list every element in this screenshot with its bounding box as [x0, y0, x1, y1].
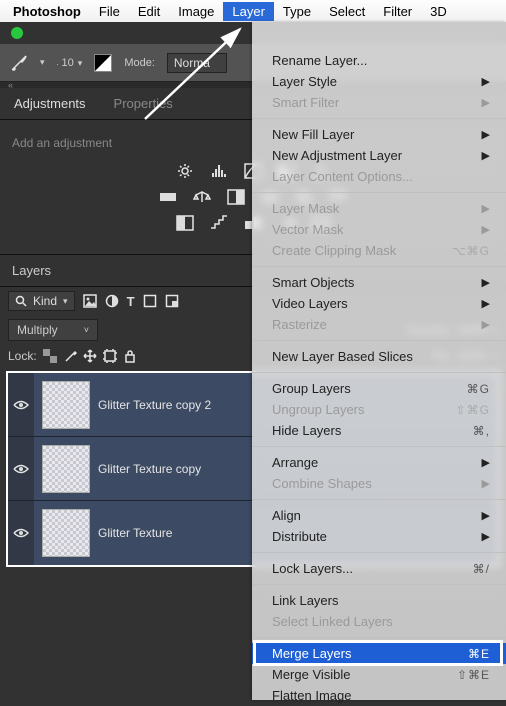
tutorial-highlight	[253, 640, 503, 666]
layer-name[interactable]: Glitter Texture copy	[98, 462, 201, 476]
menu-item: Ungroup Layers⇧⌘G	[252, 399, 506, 420]
lock-all-icon[interactable]	[123, 349, 137, 363]
tab-properties[interactable]: Properties	[100, 88, 187, 119]
visibility-eye-icon[interactable]	[13, 527, 29, 539]
menu-item: Select Linked Layers	[252, 611, 506, 632]
lock-move-icon[interactable]	[83, 349, 97, 363]
menu-item[interactable]: Merge Visible⇧⌘E	[252, 664, 506, 685]
lock-brush-icon[interactable]	[63, 349, 77, 363]
menu-item[interactable]: Smart Objects▶	[252, 272, 506, 293]
menu-item[interactable]: Arrange▶	[252, 452, 506, 473]
menu-file[interactable]: File	[90, 2, 129, 21]
visibility-eye-icon[interactable]	[13, 399, 29, 411]
layer-name[interactable]: Glitter Texture	[98, 526, 172, 540]
menu-3d[interactable]: 3D	[421, 2, 456, 21]
visibility-eye-icon[interactable]	[13, 463, 29, 475]
menu-item[interactable]: Lock Layers...⌘/	[252, 558, 506, 579]
filter-adjustment-icon[interactable]	[105, 294, 119, 308]
brightness-icon[interactable]	[175, 162, 195, 180]
menu-edit[interactable]: Edit	[129, 2, 169, 21]
menu-item[interactable]: Flatten Image	[252, 685, 506, 706]
menu-item[interactable]: New Layer Based Slices	[252, 346, 506, 367]
bw-icon[interactable]	[226, 188, 246, 206]
lock-artboard-icon[interactable]	[103, 349, 117, 363]
menu-item[interactable]: Rename Layer...	[252, 50, 506, 71]
close-window-dot[interactable]	[11, 27, 23, 39]
layer-name[interactable]: Glitter Texture copy 2	[98, 398, 211, 412]
menu-item: Vector Mask▶	[252, 219, 506, 240]
menu-image[interactable]: Image	[169, 2, 223, 21]
menu-item: Layer Content Options...	[252, 166, 506, 187]
lock-label: Lock:	[8, 349, 37, 363]
color-balance-icon[interactable]	[192, 188, 212, 206]
hue-icon[interactable]	[158, 188, 178, 206]
filter-smart-icon[interactable]	[165, 294, 179, 308]
os-menubar: Photoshop File Edit Image Layer Type Sel…	[0, 0, 506, 22]
menu-select[interactable]: Select	[320, 2, 374, 21]
menu-type[interactable]: Type	[274, 2, 320, 21]
posterize-icon[interactable]	[209, 214, 229, 232]
menu-item: Smart Filter▶	[252, 92, 506, 113]
filter-type-icon[interactable]: T	[127, 294, 135, 309]
menu-filter[interactable]: Filter	[374, 2, 421, 21]
blend-mode-select[interactable]: Multiply˅	[8, 319, 98, 341]
layer-thumbnail[interactable]	[42, 381, 90, 429]
menu-item[interactable]: Video Layers▶	[252, 293, 506, 314]
menu-layer[interactable]: Layer	[223, 2, 274, 21]
lock-transparent-icon[interactable]	[43, 349, 57, 363]
filter-shape-icon[interactable]	[143, 294, 157, 308]
menu-item: Layer Mask▶	[252, 198, 506, 219]
tab-adjustments[interactable]: Adjustments	[0, 88, 100, 119]
menu-item[interactable]: New Fill Layer▶	[252, 124, 506, 145]
mode-label: Mode:	[124, 57, 155, 69]
filter-image-icon[interactable]	[83, 294, 97, 308]
menu-item[interactable]: Hide Layers⌘,	[252, 420, 506, 441]
menu-app[interactable]: Photoshop	[4, 2, 90, 21]
layer-thumbnail[interactable]	[42, 445, 90, 493]
brush-swatch[interactable]	[94, 54, 112, 72]
kind-select[interactable]: Kind▾	[8, 291, 75, 311]
menu-item: Create Clipping Mask⌥⌘G	[252, 240, 506, 261]
brush-tool-icon[interactable]	[10, 54, 28, 72]
tool-chevron-icon[interactable]: ▾	[40, 57, 45, 68]
search-icon	[15, 295, 27, 307]
menu-item[interactable]: Align▶	[252, 505, 506, 526]
menu-item: Rasterize▶	[252, 314, 506, 335]
brush-size[interactable]: 10	[62, 57, 74, 69]
menu-item[interactable]: Link Layers	[252, 590, 506, 611]
menu-item: Combine Shapes▶	[252, 473, 506, 494]
layer-thumbnail[interactable]	[42, 509, 90, 557]
mode-select[interactable]: Norma	[167, 53, 227, 73]
levels-icon[interactable]	[209, 162, 229, 180]
menu-item[interactable]: Distribute▶	[252, 526, 506, 547]
layer-menu-dropdown: Rename Layer...Layer Style▶Smart Filter▶…	[252, 22, 506, 700]
menu-item[interactable]: New Adjustment Layer▶	[252, 145, 506, 166]
menu-item[interactable]: Group Layers⌘G	[252, 378, 506, 399]
invert-icon[interactable]	[175, 214, 195, 232]
menu-item[interactable]: Layer Style▶	[252, 71, 506, 92]
